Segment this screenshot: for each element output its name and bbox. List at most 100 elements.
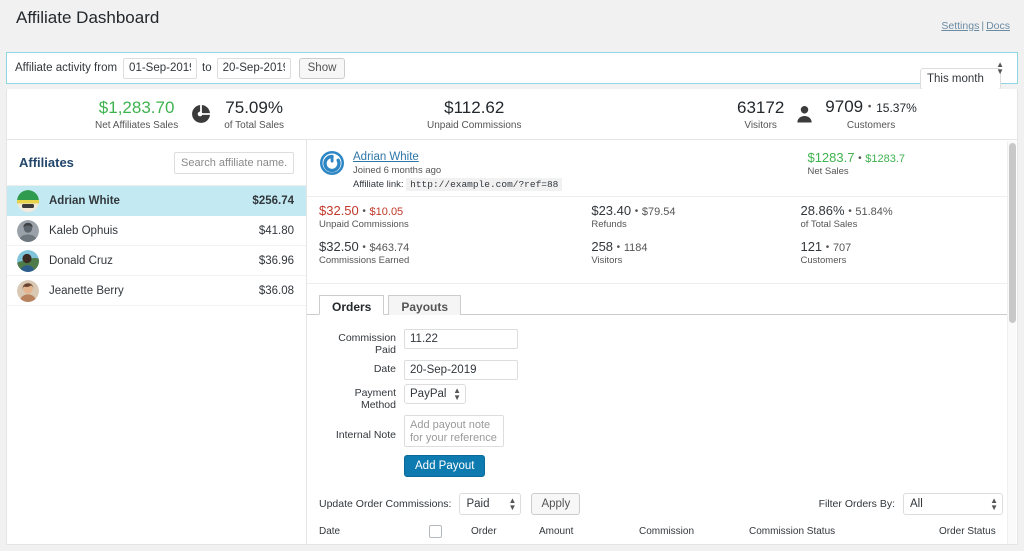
affiliate-stats-grid: $32.50 • $10.05 Unpaid Commissions $32.5…: [307, 197, 1007, 284]
avatar: [17, 279, 39, 302]
stat-customers: 9709 • 15.37% Customers: [825, 97, 917, 131]
affiliate-amount: $256.74: [252, 194, 294, 207]
affiliate-joined-text: Joined 6 months ago: [353, 165, 442, 176]
stat-primary: 258: [591, 239, 614, 254]
column-header-order: Order: [467, 523, 535, 544]
column-header-commission-status: Commission Status: [745, 523, 935, 544]
column-header-select: [425, 523, 467, 544]
stat-label: Net Affiliates Sales: [95, 119, 179, 131]
select-all-checkbox[interactable]: [429, 525, 442, 538]
dot-separator: •: [867, 101, 872, 113]
affiliate-stat-visitors: 258 • 1184 Visitors: [591, 239, 800, 266]
apply-button[interactable]: Apply: [531, 493, 581, 515]
stat-label: Visitors: [591, 255, 623, 266]
dot-separator: •: [848, 206, 852, 218]
affiliate-detail-name-link[interactable]: Adrian White: [353, 151, 419, 163]
affiliate-list-item-kaleb-ophuis[interactable]: Kaleb Ophuis $41.80: [7, 216, 306, 246]
activity-filter-label: Affiliate activity from: [15, 62, 118, 74]
tab-payouts[interactable]: Payouts: [388, 295, 462, 315]
net-sales-label: Net Sales: [807, 166, 849, 177]
stat-secondary: 1184: [623, 242, 648, 254]
affiliate-list-item-adrian-white[interactable]: Adrian White $256.74: [7, 186, 306, 216]
dot-separator: •: [362, 242, 366, 254]
payout-date-input[interactable]: [404, 360, 518, 380]
stat-label: Customers: [800, 255, 847, 266]
affiliate-search-input[interactable]: [174, 151, 294, 174]
detail-vertical-scrollbar[interactable]: [1007, 141, 1016, 544]
form-row-commission-paid: Commission Paid: [319, 329, 1007, 356]
page-title: Affiliate Dashboard: [16, 8, 160, 27]
affiliate-stats-col-2: $23.40 • $79.54 Refunds 258 • 1184 Visit…: [591, 203, 800, 275]
affiliate-name: Adrian White: [49, 194, 120, 207]
date-to-input[interactable]: [216, 57, 291, 79]
commission-paid-label: Commission Paid: [338, 332, 396, 356]
affiliates-list: Adrian White $256.74 Kaleb Ophuis $41.80: [7, 185, 306, 306]
stat-primary: 28.86%: [800, 203, 845, 218]
affiliates-panel-header: Affiliates: [7, 140, 306, 185]
summary-stats-bar: $1,283.70 Net Affiliates Sales 75.09% of…: [6, 89, 1018, 140]
affiliate-detail-scroll: Adrian White Joined 6 months ago Affilia…: [307, 140, 1007, 544]
stat-values: $32.50 • $10.05: [319, 203, 591, 218]
affiliate-detail-header: Adrian White Joined 6 months ago Affilia…: [307, 140, 1007, 197]
affiliate-stat-refunds: $23.40 • $79.54 Refunds: [591, 203, 800, 230]
activity-filter-bar: Affiliate activity from to Show This mon…: [6, 52, 1018, 90]
affiliate-detail-pane: Adrian White Joined 6 months ago Affilia…: [307, 140, 1017, 544]
stat-values: $23.40 • $79.54: [591, 203, 800, 218]
payment-method-select[interactable]: PayPal: [404, 384, 466, 404]
affiliate-link-value[interactable]: http://example.com/?ref=88: [406, 178, 563, 191]
affiliate-stat-customers: 121 • 707 Customers: [800, 239, 995, 266]
tab-orders[interactable]: Orders: [319, 295, 385, 315]
add-payout-button[interactable]: Add Payout: [404, 455, 486, 477]
show-button[interactable]: Show: [298, 57, 346, 79]
stat-primary: $32.50: [319, 203, 359, 218]
date-from-input[interactable]: [123, 57, 198, 79]
affiliate-name: Kaleb Ophuis: [49, 224, 119, 237]
filter-orders-group: Filter Orders By: All ▲ ▼: [819, 493, 1003, 515]
filter-orders-select[interactable]: All: [903, 493, 1003, 515]
stat-unpaid-commissions: $112.62 Unpaid Commissions: [427, 98, 521, 131]
internal-note-textarea[interactable]: [404, 415, 504, 447]
affiliate-amount: $41.80: [258, 224, 294, 237]
stat-secondary: $79.54: [641, 206, 676, 218]
payout-date-label: Date: [373, 363, 396, 375]
stat-value: 63172: [737, 97, 785, 117]
scrollbar-thumb[interactable]: [1009, 143, 1016, 323]
commission-status-select[interactable]: Paid: [459, 493, 522, 515]
affiliates-panel: Affiliates Adrian White: [7, 140, 307, 544]
column-header-amount: Amount: [535, 523, 635, 544]
stat-label: Customers: [846, 120, 896, 131]
stat-primary: 9709: [825, 97, 864, 116]
filter-orders-select-wrap: All ▲ ▼: [903, 493, 1003, 515]
stat-secondary: $10.05: [369, 206, 404, 218]
page-scrollbar[interactable]: [1018, 0, 1024, 551]
net-sales-values: $1283.7 • $1283.7: [807, 150, 905, 165]
affiliate-list-item-jeanette-berry[interactable]: Jeanette Berry $36.08: [7, 276, 306, 306]
commission-paid-input[interactable]: [404, 329, 518, 349]
affiliate-profile-icon: [319, 150, 345, 176]
pie-chart-icon: [190, 103, 212, 125]
avatar: [17, 219, 39, 242]
orders-table-header-row: Date Order Amount Commission Commission …: [307, 523, 1007, 544]
affiliate-name: Jeanette Berry: [49, 284, 124, 297]
docs-link[interactable]: Docs: [986, 20, 1010, 32]
stat-label: of Total Sales: [800, 219, 858, 230]
settings-link[interactable]: Settings: [941, 20, 979, 32]
affiliate-stat-of-total-sales: 28.86% • 51.84% of Total Sales: [800, 203, 995, 230]
links-separator: |: [981, 20, 985, 32]
dot-separator: •: [634, 206, 639, 218]
affiliate-identity: Adrian White Joined 6 months ago Affilia…: [353, 148, 807, 191]
stat-values: 258 • 1184: [591, 239, 800, 254]
stat-primary: $23.40: [591, 203, 632, 218]
affiliate-list-item-donald-cruz[interactable]: Donald Cruz $36.96: [7, 246, 306, 276]
stat-of-total-sales: 75.09% of Total Sales: [224, 98, 284, 131]
avatar: [17, 249, 39, 272]
stat-primary: $32.50: [319, 239, 359, 254]
affiliates-title: Affiliates: [19, 155, 74, 170]
dot-separator: •: [825, 242, 830, 254]
payment-method-select-wrap: PayPal ▲ ▼: [404, 384, 466, 404]
column-header-order-status: Order Status: [935, 523, 1007, 544]
affiliate-stat-commissions-earned: $32.50 • $463.74 Commissions Earned: [319, 239, 591, 266]
period-select[interactable]: This month: [920, 68, 1001, 90]
stat-visitors: 63172 Visitors: [737, 98, 784, 131]
affiliate-amount: $36.08: [258, 284, 294, 297]
